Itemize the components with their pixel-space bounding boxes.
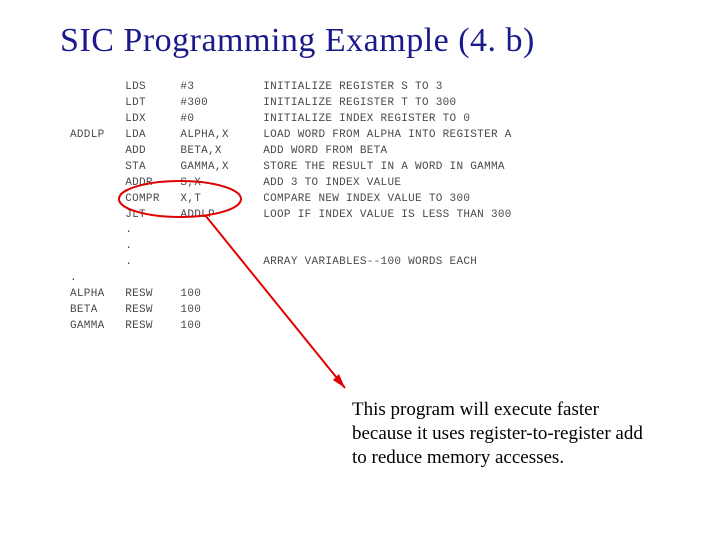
code-listing: LDS #3 INITIALIZE REGISTER S TO 3 LDT #3… (60, 80, 670, 335)
caption-text: This program will execute faster because… (352, 398, 662, 469)
slide: SIC Programming Example (4. b) LDS #3 IN… (0, 0, 720, 540)
slide-title: SIC Programming Example (4. b) (60, 22, 670, 60)
